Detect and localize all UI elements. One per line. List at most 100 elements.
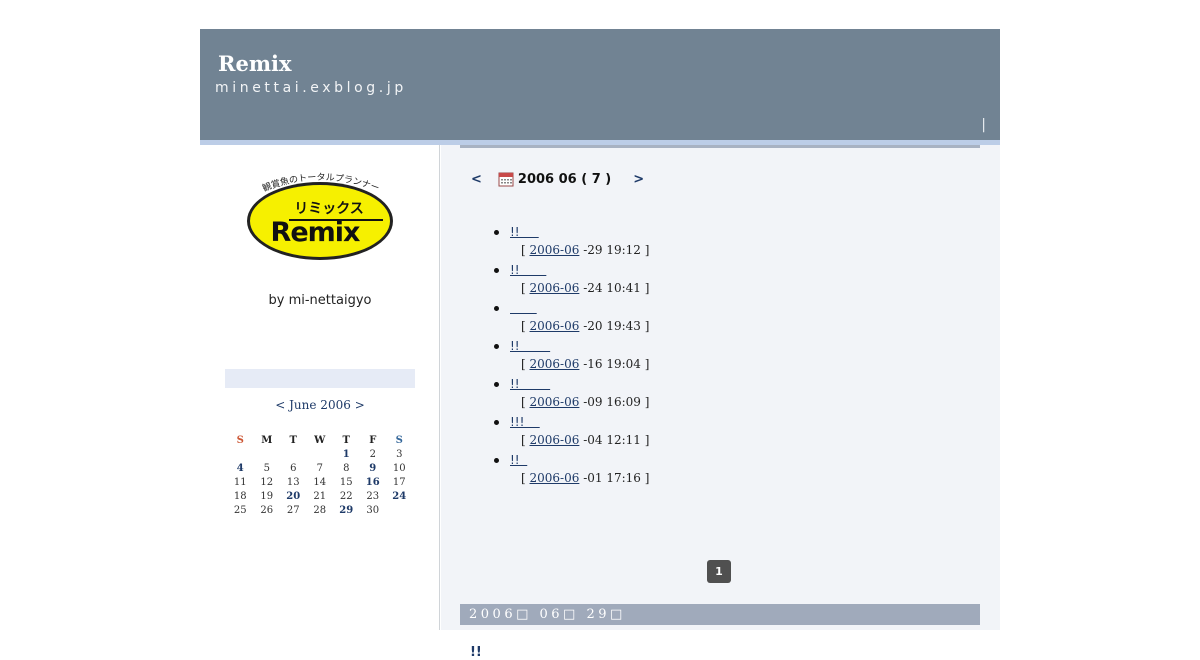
- entry-meta-open: [: [521, 395, 530, 409]
- entry-meta-open: [: [521, 243, 530, 257]
- calendar-day: 30: [366, 504, 380, 516]
- calendar-week: 18 19 20 21 22 23 24: [227, 489, 413, 503]
- entry-date-link[interactable]: 2006-06: [530, 357, 580, 371]
- calendar-day: 12: [260, 476, 274, 488]
- entry-meta: [ 2006-06 -20 19:43 ]: [521, 319, 649, 333]
- author-byline: by mi-nettaigyo: [268, 293, 372, 308]
- calendar-empty-cell: [254, 447, 281, 461]
- calendar-weekday: M: [261, 434, 273, 446]
- logo-katakana: リミックス: [294, 201, 364, 217]
- entry-meta: [ 2006-06 -09 16:09 ]: [521, 395, 649, 409]
- entry-meta-open: [: [521, 281, 530, 295]
- entry-date-link[interactable]: 2006-06: [530, 243, 580, 257]
- bullet-icon: [494, 268, 499, 273]
- entry-meta-open: [: [521, 471, 530, 485]
- entry-title-link[interactable]: !!: [510, 339, 550, 353]
- calendar-weekday: F: [369, 434, 377, 446]
- calendar-day: 23: [366, 490, 380, 502]
- month-archive-title: 2006 06 ( 7 ): [517, 171, 612, 187]
- calendar-day: 26: [260, 504, 274, 516]
- calendar-day: 3: [396, 448, 403, 460]
- entry-date-link[interactable]: 2006-06: [530, 471, 580, 485]
- logo-brand: Remix: [271, 217, 360, 248]
- calendar-day: 27: [286, 504, 300, 516]
- calendar-day: 2: [369, 448, 376, 460]
- post-date-header: 2006□ 06□ 29□: [460, 604, 980, 625]
- calendar-icon: [498, 172, 514, 187]
- calendar-day[interactable]: 24: [386, 489, 413, 503]
- calendar-days: 1 2 3 4 5 6 7 8 9 10 11 12 13 14 15 16 17 18 19 20 21 22 23 24 2…: [227, 447, 413, 517]
- bullet-icon: [494, 230, 499, 235]
- sidebar: 観賞魚のトータルプランナー リミックス Remix by mi-nettaigy…: [200, 145, 440, 630]
- remix-logo: 観賞魚のトータルプランナー リミックス Remix: [247, 172, 393, 260]
- calendar-day: 6: [290, 462, 297, 474]
- calendar-prev-month-link[interactable]: <: [275, 398, 285, 412]
- calendar-month-link[interactable]: June 2006: [289, 398, 351, 412]
- main-content: < 2006 06 ( 7 ) > !! [ 2006-06 -29 19:12…: [441, 145, 1000, 660]
- entry-meta: [ 2006-06 -04 12:11 ]: [521, 433, 649, 447]
- month-archive-nav: < 2006 06 ( 7 ) >: [471, 169, 644, 189]
- calendar-day: 21: [313, 490, 327, 502]
- entry-time: -01 17:16 ]: [579, 471, 650, 485]
- bullet-icon: [494, 382, 499, 387]
- next-month-link[interactable]: >: [633, 172, 644, 187]
- calendar-day[interactable]: 16: [360, 475, 387, 489]
- entry-meta: [ 2006-06 -01 17:16 ]: [521, 471, 649, 485]
- entry-title-link[interactable]: !!!: [510, 415, 540, 429]
- entry-date-link[interactable]: 2006-06: [530, 281, 580, 295]
- calendar-weekday-row: SMTWTFS: [227, 433, 413, 447]
- entry-title-link[interactable]: [510, 301, 537, 315]
- calendar-day[interactable]: 1: [333, 447, 360, 461]
- calendar-day[interactable]: 29: [333, 503, 360, 517]
- calendar-empty-cell: [386, 503, 413, 517]
- entry-title-link[interactable]: !!: [510, 377, 550, 391]
- calendar-day: 22: [339, 490, 353, 502]
- entry-time: -29 19:12 ]: [579, 243, 650, 257]
- entry-time: -09 16:09 ]: [579, 395, 650, 409]
- post-title-link[interactable]: !!: [470, 645, 482, 660]
- calendar-weekday: S: [395, 434, 403, 446]
- entry-date-link[interactable]: 2006-06: [530, 319, 580, 333]
- calendar-day[interactable]: 4: [227, 461, 254, 475]
- entry-meta: [ 2006-06 -16 19:04 ]: [521, 357, 649, 371]
- calendar-weekday: T: [342, 434, 350, 446]
- bullet-icon: [494, 420, 499, 425]
- pager-current-page[interactable]: 1: [707, 560, 731, 583]
- calendar: SMTWTFS 1 2 3 4 5 6 7 8 9 10 11 12 13 14 15 16 17 18 19 20 2…: [227, 433, 413, 517]
- calendar-day: 28: [313, 504, 327, 516]
- calendar-week: 12 3: [227, 447, 413, 461]
- entry-date-link[interactable]: 2006-06: [530, 395, 580, 409]
- sidebar-section-header: [225, 369, 415, 388]
- calendar-weekday: S: [236, 434, 244, 446]
- calendar-day: 15: [339, 476, 353, 488]
- site-title-link[interactable]: Remix: [218, 51, 292, 76]
- entry-meta: [ 2006-06 -24 10:41 ]: [521, 281, 649, 295]
- calendar-day: 17: [392, 476, 406, 488]
- calendar-weekday: T: [289, 434, 297, 446]
- site-header: Remix minettai.exblog.jp |: [200, 29, 1000, 140]
- bullet-icon: [494, 344, 499, 349]
- page-wrapper: Remix minettai.exblog.jp | 観賞魚のトータルプランナー…: [200, 29, 1000, 660]
- calendar-weekday: W: [314, 434, 326, 446]
- calendar-week: 4 5 6 7 8 9 10: [227, 461, 413, 475]
- calendar-next-month-link[interactable]: >: [355, 398, 365, 412]
- calendar-empty-cell: [307, 447, 334, 461]
- entry-title-link[interactable]: !!: [510, 453, 527, 467]
- entry-title-link[interactable]: !!: [510, 263, 546, 277]
- calendar-day: 19: [260, 490, 274, 502]
- calendar-day: 14: [313, 476, 327, 488]
- calendar-day: 25: [233, 504, 247, 516]
- calendar-day: 7: [316, 462, 323, 474]
- calendar-day: 5: [263, 462, 270, 474]
- calendar-week: 11 12 13 14 15 16 17: [227, 475, 413, 489]
- entry-time: -16 19:04 ]: [579, 357, 650, 371]
- calendar-day[interactable]: 20: [280, 489, 307, 503]
- calendar-day: 10: [392, 462, 406, 474]
- entry-meta-open: [: [521, 319, 530, 333]
- prev-month-link[interactable]: <: [471, 172, 482, 187]
- calendar-month-nav: < June 2006 >: [200, 398, 440, 412]
- entry-date-link[interactable]: 2006-06: [530, 433, 580, 447]
- entry-title-link[interactable]: !!: [510, 225, 539, 239]
- entry-meta-open: [: [521, 433, 530, 447]
- calendar-day[interactable]: 9: [360, 461, 387, 475]
